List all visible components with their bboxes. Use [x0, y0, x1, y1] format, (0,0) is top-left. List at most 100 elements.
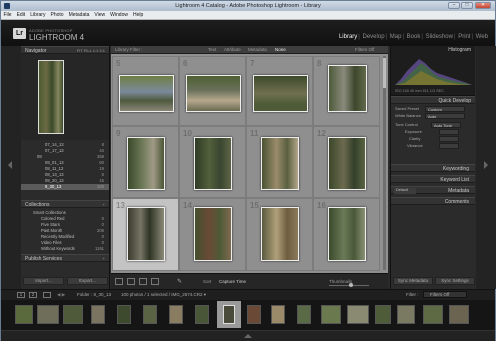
menu-view[interactable]: View — [92, 11, 108, 19]
clarity-stepper[interactable] — [439, 136, 459, 142]
sync-settings-button[interactable]: Sync Settings — [435, 277, 475, 285]
filmstrip-thumbnail[interactable] — [117, 305, 131, 324]
comments-header[interactable]: Comments — [391, 197, 475, 205]
grid-scrollbar-thumb[interactable] — [383, 58, 386, 88]
module-book[interactable]: Book — [406, 34, 422, 40]
sync-metadata-button[interactable]: Sync Metadata — [393, 277, 433, 285]
filmstrip-selected-cell[interactable] — [217, 301, 241, 328]
publish-services-header[interactable]: Publish Services + — [21, 254, 109, 262]
grid-cell[interactable]: 11 — [246, 126, 313, 198]
maximize-button[interactable]: □ — [461, 2, 473, 9]
photo-thumbnail[interactable] — [186, 75, 241, 112]
module-map[interactable]: Map — [389, 34, 403, 40]
photo-thumbnail[interactable] — [328, 137, 366, 190]
photo-thumbnail[interactable] — [253, 75, 308, 112]
photo-thumbnail[interactable] — [328, 65, 367, 112]
thumbnail-size-handle[interactable] — [349, 283, 353, 287]
close-button[interactable]: ✕ — [475, 2, 491, 9]
menu-photo[interactable]: Photo — [48, 11, 66, 19]
add-collection-icon[interactable]: + — [103, 202, 105, 207]
filmstrip-thumbnail[interactable] — [423, 305, 443, 324]
bottom-panel-toggle[interactable] — [1, 330, 495, 341]
grid-cell[interactable]: 6 — [179, 56, 246, 126]
survey-view-icon[interactable] — [151, 278, 159, 285]
filter-tab-text[interactable]: Text — [208, 47, 216, 52]
compare-view-icon[interactable] — [139, 278, 147, 285]
grid-view-icon[interactable] — [115, 278, 123, 285]
grid-cell[interactable]: 16 — [313, 198, 380, 271]
photo-thumbnail[interactable] — [261, 137, 299, 190]
filmstrip-thumbnail[interactable] — [247, 305, 261, 324]
export-button[interactable]: Export... — [67, 277, 108, 285]
loupe-view-icon[interactable] — [127, 278, 135, 285]
photo-thumbnail[interactable] — [194, 137, 232, 190]
grid-cell[interactable]: 8 — [313, 56, 380, 126]
keyword-list-header[interactable]: Keyword List — [391, 175, 475, 183]
module-develop[interactable]: Develop — [362, 34, 386, 40]
grid-cell[interactable]: 12 — [313, 126, 380, 198]
grid-cell[interactable]: 9 — [112, 126, 179, 198]
menu-help[interactable]: Help — [130, 11, 145, 19]
folder-row-selected[interactable]: 8_30_13 100 — [21, 184, 109, 190]
filmstrip-thumbnail[interactable] — [397, 305, 415, 324]
metadata-header[interactable]: Default Metadata — [391, 186, 475, 194]
keywording-header[interactable]: Keywording — [391, 164, 475, 172]
menu-metadata[interactable]: Metadata — [66, 11, 92, 19]
filmstrip-thumbnail[interactable] — [375, 305, 391, 324]
white-balance-dropdown[interactable]: Auto — [425, 113, 465, 119]
sort-dropdown[interactable]: Capture Time — [219, 279, 246, 284]
filmstrip-thumbnail[interactable] — [37, 305, 59, 324]
module-slideshow[interactable]: Slideshow — [425, 34, 454, 40]
grid-cell-selected[interactable]: 13 — [112, 198, 179, 271]
back-arrow-icon[interactable]: ◀ ▶ — [57, 292, 65, 298]
photo-thumbnail[interactable] — [127, 207, 165, 261]
filmstrip-selected-thumbnail[interactable] — [223, 305, 235, 324]
right-panel-toggle[interactable] — [476, 46, 496, 289]
grid-cell[interactable]: 14 — [179, 198, 246, 271]
collection-row[interactable]: Without Keywords 1191 — [21, 246, 109, 252]
minimize-button[interactable]: – — [448, 2, 460, 9]
grid-scrollbar[interactable] — [383, 56, 386, 270]
filter-tab-metadata[interactable]: Metadata — [248, 47, 267, 52]
import-button[interactable]: Import... — [23, 277, 64, 285]
module-web[interactable]: Web — [475, 34, 489, 40]
filmstrip-thumbnail[interactable] — [449, 305, 469, 324]
photo-thumbnail[interactable] — [194, 207, 232, 261]
filmstrip-thumbnail[interactable] — [347, 305, 369, 324]
exposure-stepper[interactable] — [439, 129, 459, 135]
filmstrip-thumbnail[interactable] — [143, 305, 157, 324]
filmstrip-source[interactable]: Folder : 8_30_13 — [77, 292, 111, 297]
main-window-button[interactable]: 1 — [17, 292, 25, 298]
menu-file[interactable]: File — [1, 11, 14, 19]
grid-icon[interactable] — [43, 292, 51, 298]
histogram-header[interactable]: Histogram — [391, 46, 475, 54]
photo-thumbnail[interactable] — [261, 207, 299, 261]
metadata-preset-dropdown[interactable]: Default — [394, 188, 416, 194]
menu-library[interactable]: Library — [28, 11, 48, 19]
filmstrip-thumbnail[interactable] — [195, 305, 209, 324]
quick-develop-header[interactable]: Quick Develop — [391, 96, 475, 104]
vibrance-stepper[interactable] — [439, 143, 459, 149]
navigator-preview[interactable] — [21, 54, 109, 140]
grid-cell[interactable]: 7 — [246, 56, 313, 126]
photo-thumbnail[interactable] — [328, 207, 366, 261]
module-print[interactable]: Print — [457, 34, 471, 40]
filter-tab-none[interactable]: None — [275, 47, 286, 52]
photo-thumbnail[interactable] — [119, 75, 174, 112]
grid-cell[interactable]: 10 — [179, 126, 246, 198]
photo-thumbnail[interactable] — [127, 137, 165, 190]
filmstrip-thumbnail[interactable] — [91, 305, 105, 324]
grid-cell[interactable]: 15 — [246, 198, 313, 271]
filmstrip-thumbnail[interactable] — [63, 305, 83, 324]
filmstrip-thumbnail[interactable] — [271, 305, 285, 324]
second-window-button[interactable]: 2 — [29, 292, 37, 298]
saved-preset-dropdown[interactable]: Custom — [425, 106, 465, 112]
navigator-zoom[interactable]: FIT FILL 1:1 3:1 — [77, 48, 105, 53]
menu-window[interactable]: Window — [108, 11, 131, 19]
filmstrip-thumbnail[interactable] — [15, 305, 33, 324]
left-panel-toggle[interactable] — [1, 46, 21, 289]
auto-tone-button[interactable]: Auto Tone — [431, 122, 461, 128]
navigator-header[interactable]: Navigator FIT FILL 1:1 3:1 — [21, 46, 109, 54]
filmstrip-thumbnail[interactable] — [321, 305, 341, 324]
filmstrip-filter-dropdown[interactable]: Filters Off — [423, 291, 467, 298]
